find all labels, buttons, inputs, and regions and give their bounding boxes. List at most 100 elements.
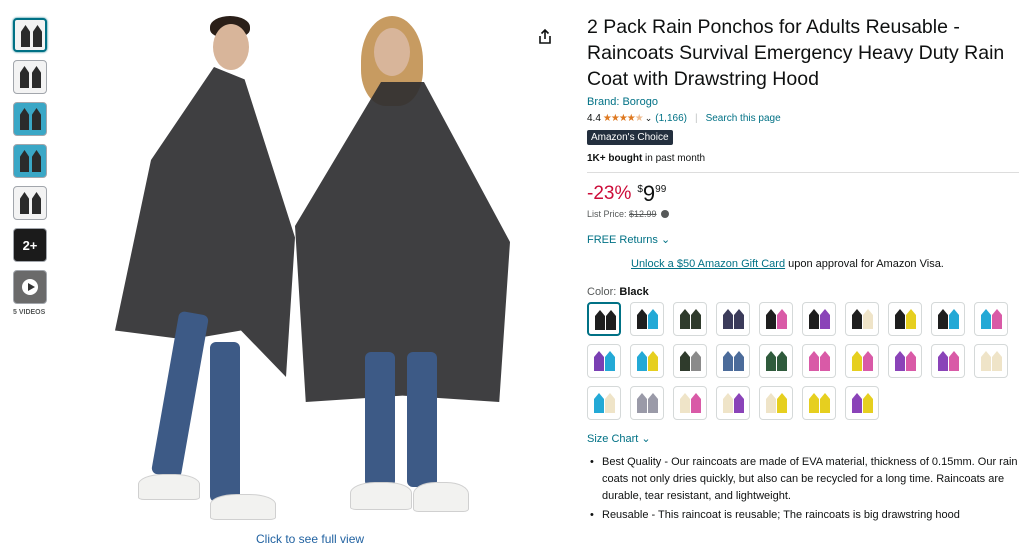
color-swatch[interactable] [974, 302, 1008, 336]
color-swatch[interactable] [759, 302, 793, 336]
color-swatch[interactable] [759, 344, 793, 378]
color-swatch[interactable] [630, 302, 664, 336]
swatch-figure [895, 309, 905, 329]
rating-row: 4.4 ★★★★★ ⌄ (1,166) | Search this page [587, 113, 1019, 124]
thumbnail-more[interactable]: 2+ [13, 228, 47, 262]
swatch-figure [691, 351, 701, 371]
color-swatch[interactable] [802, 302, 836, 336]
swatch-figure [938, 309, 948, 329]
swatch-figure [777, 351, 787, 371]
color-swatch[interactable] [716, 302, 750, 336]
color-swatch[interactable] [587, 344, 621, 378]
brand-link[interactable]: Brand: Borogo [587, 96, 1019, 108]
swatch-figure [766, 393, 776, 413]
swatch-figure [863, 309, 873, 329]
color-swatch[interactable] [716, 344, 750, 378]
price-row: -23% $ 9 99 [587, 183, 1019, 205]
color-swatch[interactable] [673, 386, 707, 420]
size-chart-label: Size Chart [587, 433, 639, 445]
color-swatch[interactable] [974, 344, 1008, 378]
videos-label: 5 VIDEOS [13, 309, 46, 316]
price-whole: 9 [642, 181, 656, 206]
color-swatch[interactable] [845, 386, 879, 420]
play-icon [22, 279, 38, 295]
swatch-figure [648, 393, 658, 413]
swatch-figure [777, 309, 787, 329]
info-icon[interactable] [661, 210, 670, 218]
swatch-figure [691, 393, 701, 413]
color-swatch[interactable] [630, 386, 664, 420]
thumbnail-image-2[interactable] [13, 60, 47, 94]
swatch-figure [680, 393, 690, 413]
gift-card-text: upon approval for Amazon Visa. [785, 258, 944, 270]
bought-count: 1K+ bought [587, 153, 643, 164]
chevron-down-icon[interactable]: ⌄ [645, 113, 653, 124]
swatch-figure [723, 351, 733, 371]
swatch-figure [766, 309, 776, 329]
swatch-figure [820, 393, 830, 413]
swatch-figure [734, 351, 744, 371]
swatch-figure [906, 309, 916, 329]
thumbnail-image-3[interactable] [13, 102, 47, 136]
thumbnail-image-4[interactable] [13, 144, 47, 178]
list-price: List Price: $12.99 [587, 209, 1019, 219]
divider [587, 172, 1019, 173]
swatch-figure [863, 393, 873, 413]
color-swatch[interactable] [673, 302, 707, 336]
thumbnail-column: 2+ 5 VIDEOS [13, 18, 49, 316]
color-swatch[interactable] [845, 344, 879, 378]
model-man [110, 12, 310, 522]
color-label-row: Color: Black [587, 286, 1019, 298]
color-swatch[interactable] [845, 302, 879, 336]
swatch-figure [809, 351, 819, 371]
gift-card-offer: Unlock a $50 Amazon Gift Card upon appro… [587, 258, 1019, 270]
swatch-figure [723, 393, 733, 413]
rating-count-link[interactable]: (1,166) [655, 113, 687, 124]
color-swatch[interactable] [802, 344, 836, 378]
color-swatch[interactable] [888, 302, 922, 336]
bought-in-past-month: 1K+ bought in past month [587, 153, 1019, 164]
list-price-label: List Price: [587, 209, 630, 219]
color-swatch[interactable] [587, 386, 621, 420]
color-swatch[interactable] [888, 344, 922, 378]
thumbnail-image-1[interactable] [13, 18, 47, 52]
swatch-figure [648, 351, 658, 371]
main-product-image[interactable] [95, 12, 525, 522]
swatch-figure [605, 351, 615, 371]
swatch-figure [981, 309, 991, 329]
thumbnail-image-5[interactable] [13, 186, 47, 220]
size-chart-link[interactable]: Size Chart ⌄ [587, 432, 1019, 445]
color-swatch[interactable] [759, 386, 793, 420]
color-swatch[interactable] [673, 344, 707, 378]
color-label: Color: [587, 286, 620, 298]
search-this-page-link[interactable]: Search this page [706, 113, 781, 124]
list-price-value: $12.99 [629, 209, 657, 219]
model-woman [295, 12, 525, 522]
color-swatch[interactable] [587, 302, 621, 336]
more-count: 2+ [22, 237, 38, 253]
swatch-figure [809, 393, 819, 413]
divider: | [694, 113, 698, 124]
swatch-figure [594, 351, 604, 371]
color-swatch[interactable] [802, 386, 836, 420]
swatch-figure [820, 309, 830, 329]
swatch-figure [949, 309, 959, 329]
free-returns-link[interactable]: FREE Returns ⌄ [587, 233, 1019, 246]
color-swatch[interactable] [931, 344, 965, 378]
bought-suffix: in past month [642, 153, 706, 164]
swatch-figure [852, 309, 862, 329]
swatch-figure [852, 393, 862, 413]
thumbnail-video[interactable] [13, 270, 47, 304]
gift-card-link[interactable]: Unlock a $50 Amazon Gift Card [631, 258, 785, 270]
swatch-figure [637, 351, 647, 371]
swatch-figure [648, 309, 658, 329]
color-swatch[interactable] [630, 344, 664, 378]
chevron-down-icon: ⌄ [660, 234, 671, 246]
share-icon[interactable] [536, 28, 554, 46]
star-rating-icon[interactable]: ★★★★★ [603, 113, 644, 124]
color-swatch[interactable] [716, 386, 750, 420]
click-to-see-full-view[interactable]: Click to see full view [256, 532, 364, 546]
color-swatch[interactable] [931, 302, 965, 336]
swatch-figure [949, 351, 959, 371]
swatch-figure [637, 309, 647, 329]
